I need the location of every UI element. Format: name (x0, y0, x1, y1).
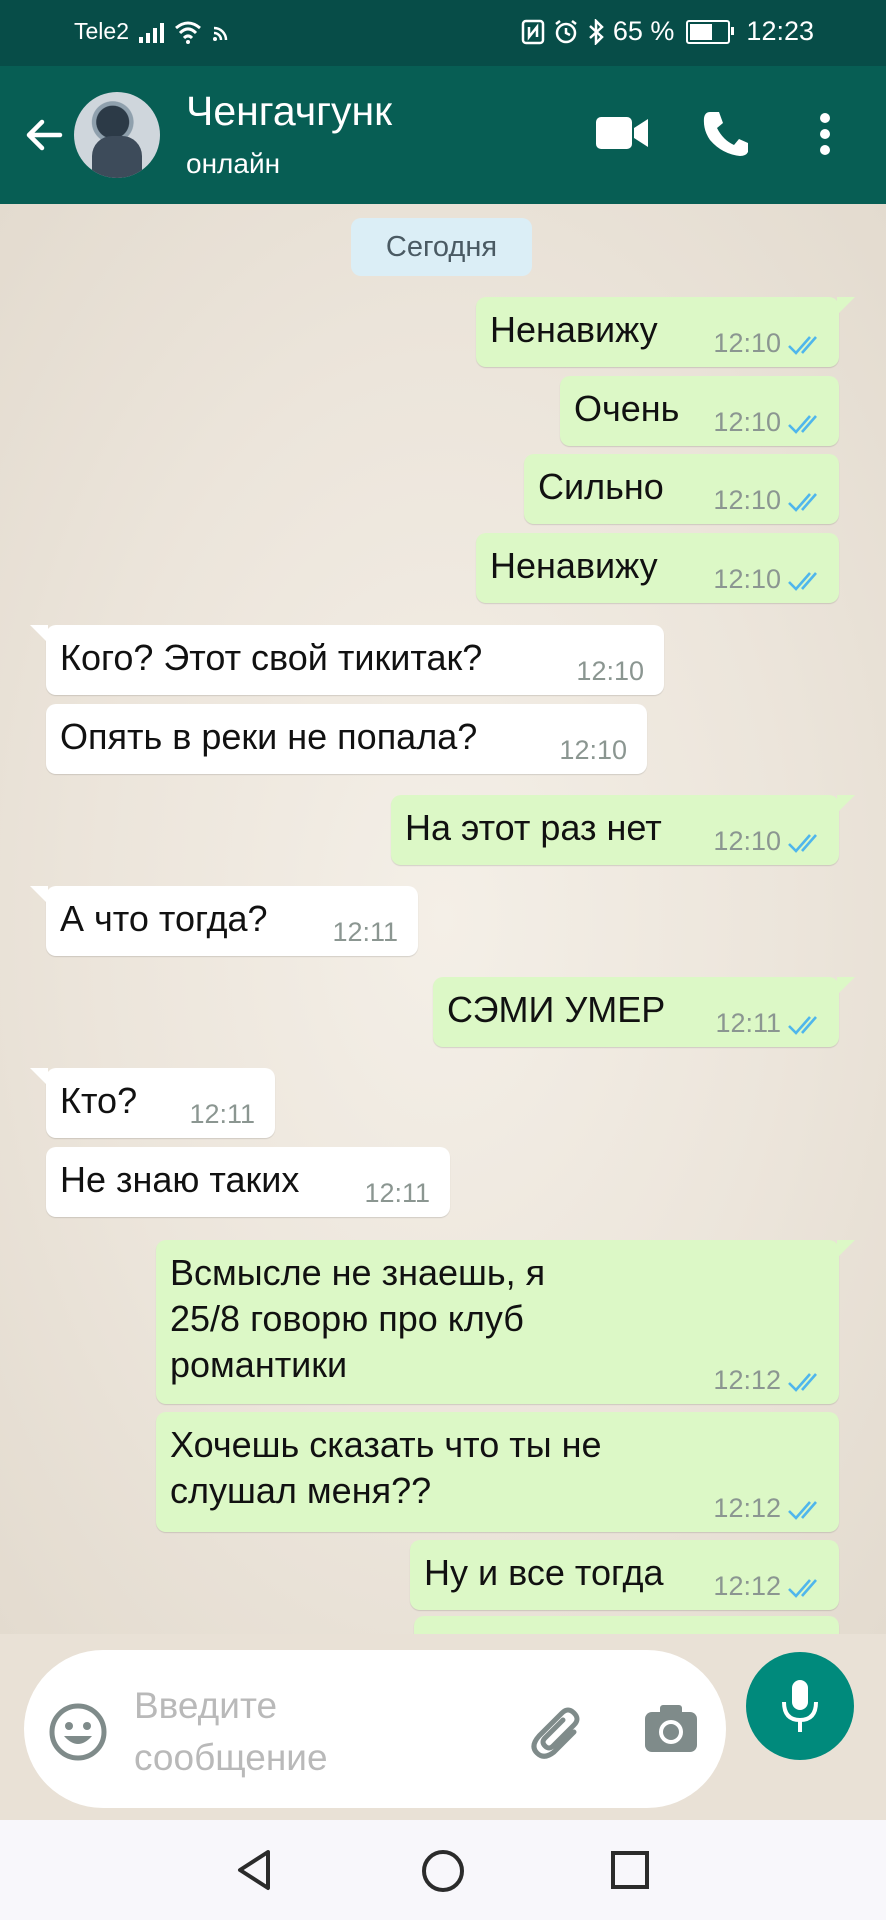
video-call-icon[interactable] (594, 114, 650, 152)
incoming-message[interactable]: Опять в реки не попала? 12:10 (46, 704, 647, 774)
read-ticks-icon (788, 415, 817, 434)
outgoing-message[interactable]: Всмысле не знаешь, я 25/8 говорю про клу… (156, 1240, 855, 1404)
battery-percent: 65 % (612, 16, 675, 46)
wifi-icon (175, 21, 201, 44)
status-bar: Tele2 65 % 12:23 (0, 0, 886, 66)
read-ticks-icon (788, 336, 817, 355)
message-time: 12:12 (713, 1493, 781, 1523)
read-ticks-icon (788, 1016, 817, 1035)
incoming-message[interactable]: А что тогда? 12:11 (30, 886, 418, 956)
mic-icon (782, 1680, 818, 1732)
outgoing-message[interactable]: Ненавижу 12:10 (476, 297, 855, 367)
signal-icon (138, 21, 164, 43)
chat-header: Ченгачгунк онлайн (0, 66, 886, 204)
avatar[interactable] (74, 92, 160, 178)
emoji-icon[interactable] (48, 1702, 108, 1762)
read-ticks-icon (788, 493, 817, 512)
incoming-message[interactable]: Не знаю таких 12:11 (46, 1147, 450, 1217)
carrier-name: Tele2 (74, 18, 129, 44)
message-time: 12:10 (713, 564, 781, 594)
message-text: Опять в реки не попала? (60, 716, 478, 757)
more-vert-icon[interactable] (816, 112, 834, 156)
date-chip: Сегодня (351, 218, 532, 276)
message-time: 12:11 (332, 917, 398, 947)
nav-recents-icon[interactable] (610, 1850, 650, 1890)
message-time: 12:10 (713, 826, 781, 856)
message-time: 12:12 (713, 1571, 781, 1601)
outgoing-message[interactable]: Ненавижу 12:10 (476, 533, 839, 603)
outgoing-message[interactable]: Очень 12:10 (560, 376, 839, 446)
message-time: 12:10 (713, 485, 781, 515)
message-input-bar[interactable]: Введите сообщение (24, 1650, 726, 1808)
phone-icon[interactable] (702, 108, 750, 158)
message-text: Кого? Этот свой тикитак? (60, 637, 483, 678)
read-ticks-icon (788, 1373, 817, 1392)
message-list[interactable]: Сегодня Ненавижу 12:10 Очень 12:10 Сильно 12:… (0, 204, 886, 1634)
outgoing-message[interactable]: Хочешь сказать что ты не слушал меня?? 12… (156, 1412, 839, 1532)
battery-icon (686, 19, 735, 44)
read-ticks-icon (788, 1501, 817, 1520)
contact-status: онлайн (186, 148, 281, 179)
message-time: 12:12 (713, 1365, 781, 1395)
message-bubble-partial[interactable] (414, 1616, 839, 1634)
nav-back-icon[interactable] (232, 1848, 276, 1892)
outgoing-message[interactable]: На этот раз нет 12:10 (391, 795, 855, 865)
read-ticks-icon (788, 572, 817, 591)
nfc-icon (521, 19, 545, 44)
read-ticks-icon (788, 834, 817, 853)
nav-home-icon[interactable] (420, 1848, 466, 1894)
message-time: 12:11 (364, 1178, 430, 1208)
incoming-message[interactable]: Кого? Этот свой тикитак? 12:10 (30, 625, 664, 695)
attach-icon[interactable] (528, 1702, 588, 1762)
message-time: 12:10 (713, 407, 781, 437)
message-time: 12:11 (715, 1008, 781, 1038)
contact-name[interactable]: Ченгачгунк (186, 88, 392, 135)
message-time: 12:11 (189, 1099, 255, 1129)
outgoing-message[interactable]: Сильно 12:10 (524, 454, 839, 524)
back-arrow-icon[interactable] (20, 110, 70, 160)
message-time: 12:10 (713, 328, 781, 358)
cast-icon (212, 26, 228, 41)
clock: 12:23 (746, 16, 814, 46)
outgoing-message[interactable]: СЭМИ УМЕР 12:11 (433, 977, 855, 1047)
read-ticks-icon (788, 1579, 817, 1598)
message-text: Сильно (538, 466, 664, 507)
message-input[interactable]: Введите сообщение (134, 1680, 328, 1784)
system-nav-bar (0, 1820, 886, 1920)
alarm-icon (555, 19, 577, 43)
incoming-message[interactable]: Кто? 12:11 (30, 1068, 275, 1138)
message-time: 12:10 (576, 656, 644, 686)
mic-button[interactable] (746, 1652, 854, 1760)
outgoing-message[interactable]: Ну и все тогда 12:12 (410, 1540, 839, 1610)
message-time: 12:10 (559, 735, 627, 765)
camera-icon[interactable] (642, 1702, 700, 1756)
bluetooth-icon (589, 18, 604, 45)
